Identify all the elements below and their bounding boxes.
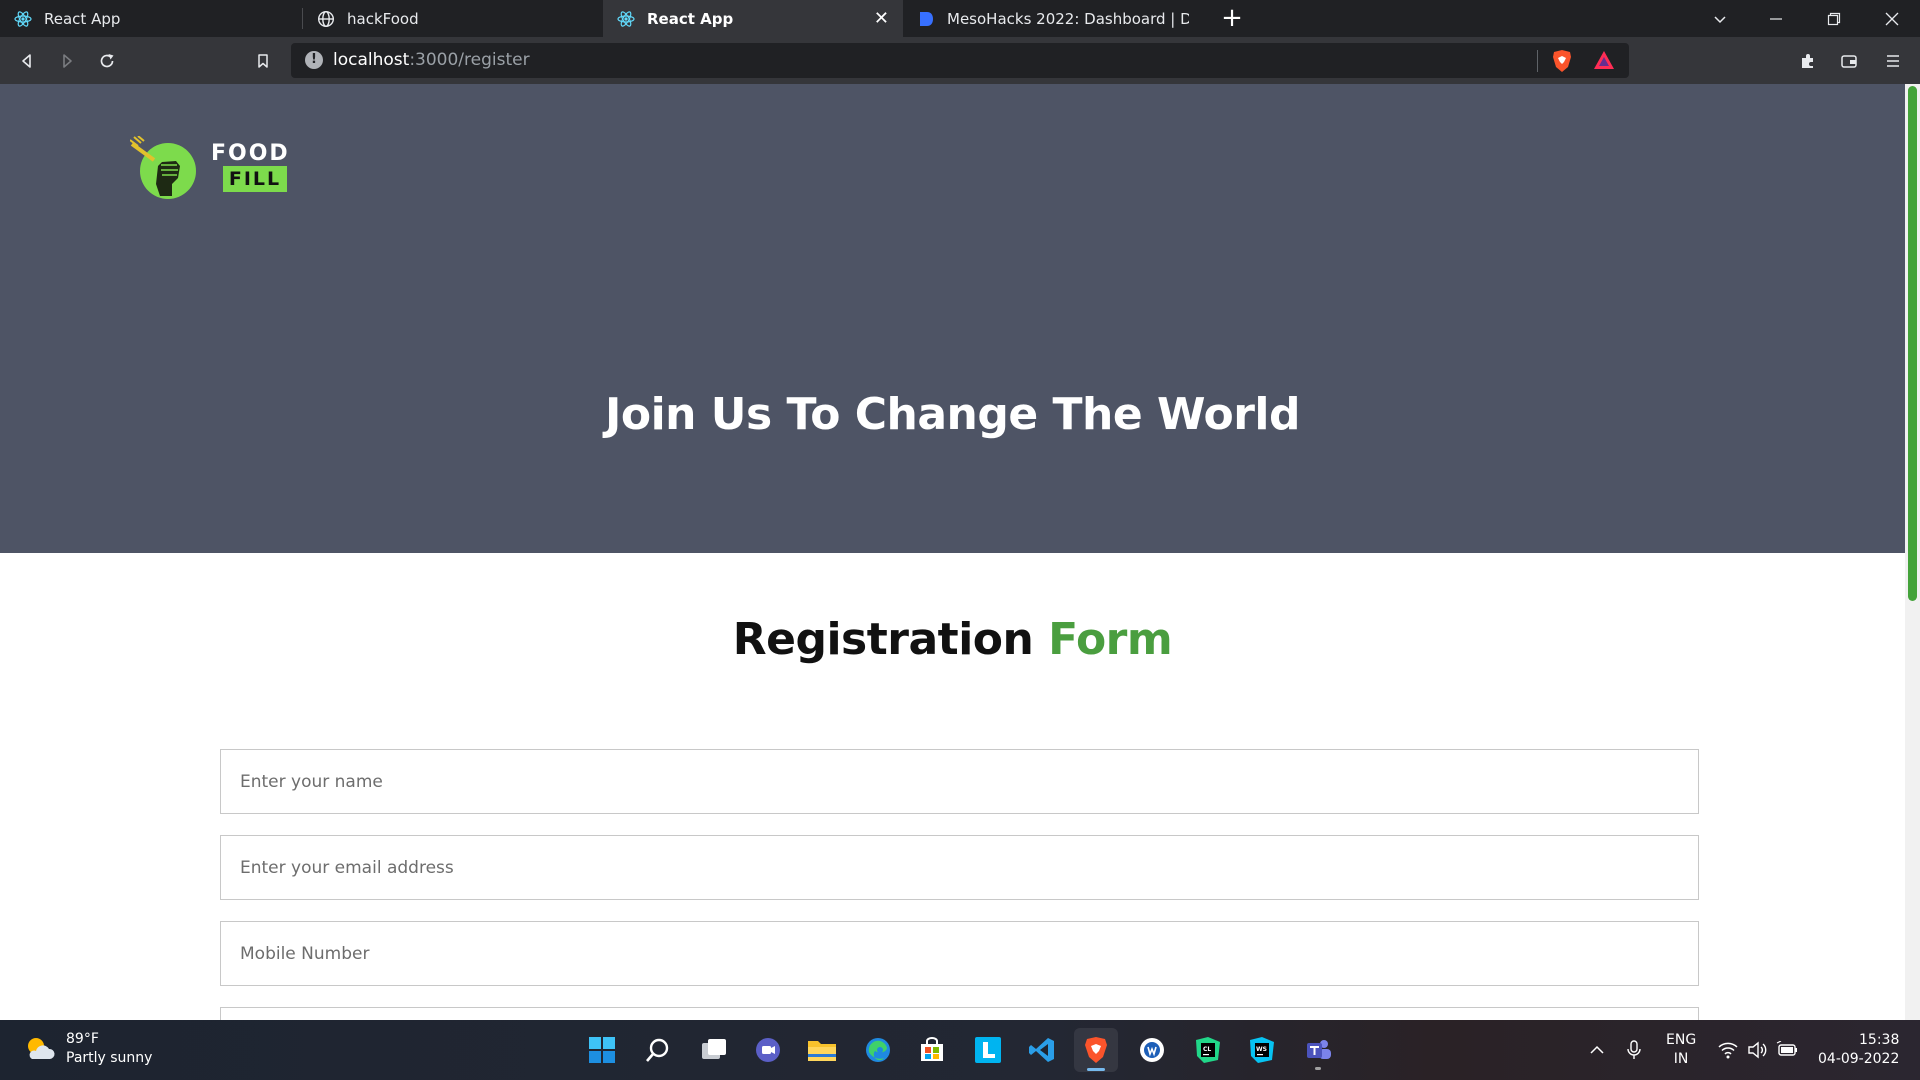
reload-icon[interactable] — [90, 44, 124, 78]
restore-icon[interactable] — [1806, 0, 1862, 37]
browser-toolbar: ! localhost:3000/register — [0, 37, 1920, 84]
logo-word-fill: FILL — [223, 166, 287, 192]
page-scrollbar[interactable] — [1905, 84, 1920, 1020]
tab-title: MesoHacks 2022: Dashboard | Devfolio — [947, 9, 1189, 28]
brave-icon[interactable] — [1074, 1028, 1118, 1072]
form-title-main: Registration — [732, 614, 1034, 665]
name-input[interactable] — [220, 749, 1699, 814]
language-indicator[interactable]: ENG IN — [1666, 1020, 1696, 1080]
teams-chat-icon[interactable] — [746, 1028, 790, 1072]
mobile-number-input[interactable] — [220, 921, 1699, 986]
react-icon — [617, 10, 635, 28]
close-window-icon[interactable] — [1864, 0, 1920, 37]
tab-title: React App — [44, 9, 121, 28]
running-app-dot — [1315, 1067, 1321, 1070]
form-title: Registration Form — [0, 614, 1905, 665]
tab-title: React App — [647, 9, 734, 28]
teams-icon[interactable] — [1296, 1028, 1340, 1072]
battery-icon[interactable] — [1776, 1020, 1798, 1080]
devfolio-icon — [917, 10, 935, 28]
omnibox-divider — [1537, 50, 1538, 72]
weather-temp: 89°F — [66, 1031, 99, 1047]
task-view-icon[interactable] — [692, 1028, 736, 1072]
bookmark-icon[interactable] — [246, 44, 280, 78]
svg-text:CL: CL — [1203, 1046, 1211, 1053]
edge-icon[interactable] — [856, 1028, 900, 1072]
l-app-icon[interactable] — [966, 1028, 1010, 1072]
address-bar[interactable]: ! localhost:3000/register — [291, 43, 1629, 78]
back-icon[interactable] — [10, 44, 44, 78]
scrollbar-thumb[interactable] — [1908, 86, 1917, 601]
clock[interactable]: 15:38 04-09-2022 — [1818, 1020, 1899, 1080]
new-tab-button[interactable]: + — [1216, 2, 1248, 34]
svg-text:WS: WS — [1256, 1046, 1267, 1053]
close-tab-icon[interactable]: ✕ — [874, 8, 889, 29]
file-explorer-icon[interactable] — [800, 1028, 844, 1072]
react-icon — [14, 10, 32, 28]
tab-title: hackFood — [347, 9, 419, 28]
store-icon[interactable] — [910, 1028, 954, 1072]
show-hidden-icons-chevron-icon[interactable] — [1588, 1020, 1606, 1080]
form-title-accent: Form — [1048, 614, 1173, 665]
clock-time: 15:38 — [1859, 1032, 1900, 1048]
site-info-icon[interactable]: ! — [305, 51, 323, 69]
tab-hackfood[interactable]: hackFood — [303, 0, 603, 37]
globe-icon — [317, 10, 335, 28]
clion-icon[interactable]: CL — [1186, 1028, 1230, 1072]
menu-icon[interactable] — [1876, 44, 1910, 78]
logo-word-food: FOOD — [211, 141, 290, 166]
webstorm-icon[interactable]: WS — [1240, 1028, 1284, 1072]
foodfill-logo[interactable]: FOOD FILL — [130, 136, 290, 200]
minimize-icon[interactable] — [1748, 0, 1804, 37]
volume-icon[interactable] — [1747, 1020, 1767, 1080]
clock-date: 04-09-2022 — [1818, 1051, 1900, 1067]
wallet-icon[interactable] — [1832, 44, 1866, 78]
vscode-icon[interactable] — [1020, 1028, 1064, 1072]
region-code: IN — [1673, 1051, 1689, 1067]
app-icon[interactable] — [1130, 1028, 1174, 1072]
search-icon[interactable] — [636, 1028, 680, 1072]
email-input[interactable] — [220, 835, 1699, 900]
microphone-icon[interactable] — [1626, 1020, 1642, 1080]
windows-start-icon[interactable] — [580, 1028, 624, 1072]
next-form-field[interactable] — [220, 1007, 1699, 1020]
tab-react-app-active[interactable]: React App ✕ — [603, 0, 903, 37]
browser-tab-strip: React App hackFood React App ✕ MesoHacks… — [0, 0, 1920, 37]
tab-search-chevron-icon[interactable] — [1692, 0, 1748, 37]
partly-sunny-icon — [24, 1035, 56, 1063]
hero-banner: FOOD FILL Join Us To Change The World — [0, 84, 1905, 553]
active-app-indicator — [1087, 1068, 1105, 1071]
url-text: localhost:3000/register — [333, 50, 530, 70]
weather-desc: Partly sunny — [66, 1050, 153, 1066]
page-viewport: FOOD FILL Join Us To Change The World Re… — [0, 84, 1905, 1020]
forward-icon[interactable] — [50, 44, 84, 78]
brave-rewards-icon[interactable] — [1593, 50, 1615, 74]
extensions-icon[interactable] — [1791, 44, 1825, 78]
wifi-icon[interactable] — [1718, 1020, 1738, 1080]
fist-fork-logo-icon — [130, 136, 196, 199]
brave-shields-icon[interactable] — [1551, 49, 1573, 77]
windows-taskbar: 89°F Partly sunny CL WS ENG IN 15:38 04-… — [0, 1020, 1920, 1080]
tab-mesohacks[interactable]: MesoHacks 2022: Dashboard | Devfolio — [903, 0, 1203, 37]
weather-widget[interactable]: 89°F Partly sunny — [24, 1030, 152, 1068]
language-code: ENG — [1666, 1032, 1697, 1048]
hero-title: Join Us To Change The World — [604, 389, 1301, 440]
tab-react-app-1[interactable]: React App — [0, 0, 300, 37]
